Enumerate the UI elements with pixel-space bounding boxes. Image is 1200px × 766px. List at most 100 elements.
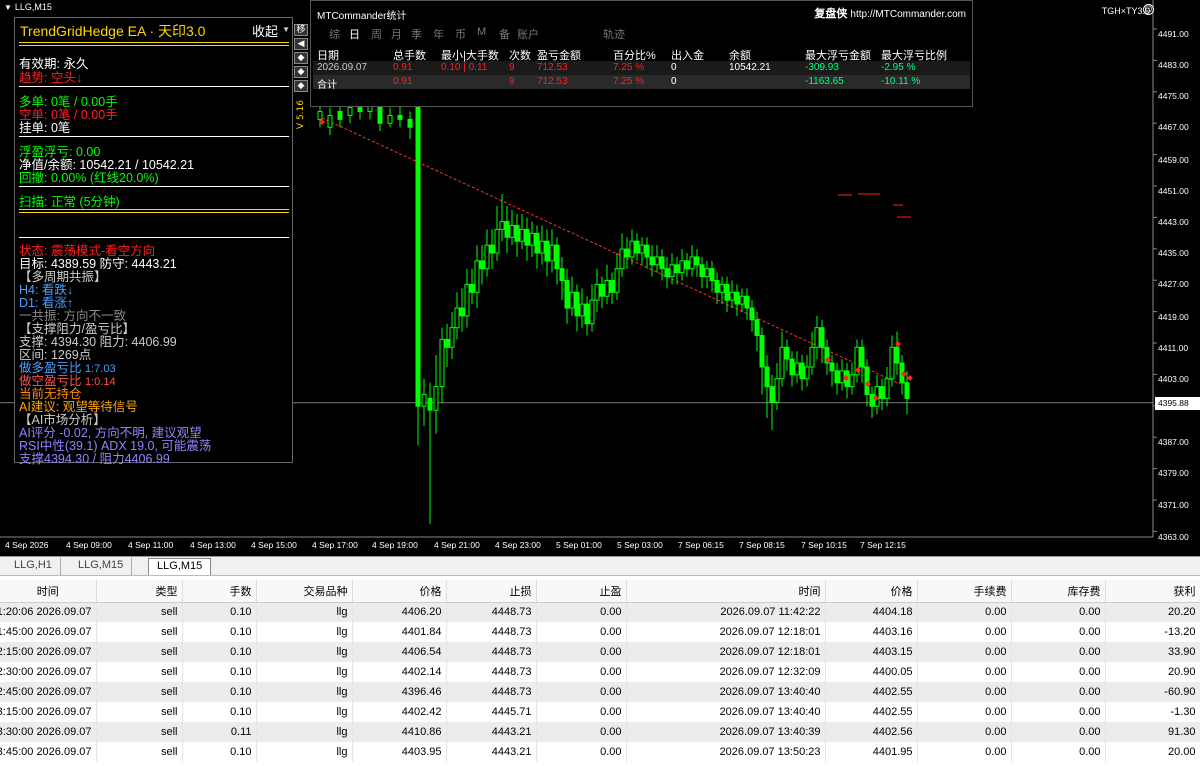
side-button-4[interactable]: ◆ [294, 66, 308, 78]
history-cell: 0.00 [917, 742, 1012, 762]
candle-body [829, 362, 835, 372]
candle-body [459, 307, 465, 317]
history-cell: 33.90 [1105, 642, 1200, 662]
mt-tab-8[interactable]: 备 [499, 26, 510, 42]
candle-body [415, 103, 421, 407]
history-row[interactable]: 2026.09.07 11:20:06sell0.10llg4406.20444… [0, 602, 1200, 622]
mt-tab-7[interactable]: M [477, 26, 486, 38]
history-row[interactable]: 2026.09.07 12:45:00sell0.10llg4396.46444… [0, 682, 1200, 702]
time-tick-label: 5 Sep 03:00 [617, 540, 663, 550]
history-row[interactable]: 2026.09.07 11:45:00sell0.10llg4401.84444… [0, 622, 1200, 642]
mt-cell: 712.53 [537, 76, 568, 87]
history-cell: 2026.09.07 13:15:00 [0, 702, 97, 722]
candle-body [789, 358, 795, 376]
candle-body [614, 268, 620, 293]
chart-menu-triangle-icon[interactable]: ▼ [4, 3, 12, 12]
history-cell: 4404.18 [825, 602, 918, 622]
candle-body [714, 280, 720, 293]
history-cell: 2026.09.07 11:20:06 [0, 602, 97, 622]
mt-tab-9[interactable]: 账户 [517, 26, 539, 42]
chart-window[interactable]: ▼ LLG,M15 TGH×TY3.0 ☺ 4491.00 4483.00 4475.… [0, 0, 1200, 556]
history-cell: 4403.16 [825, 622, 918, 642]
move-button[interactable]: 移 [294, 24, 308, 36]
mt-cell: 0.91 [393, 62, 413, 73]
history-column-header[interactable]: 类型 [96, 580, 183, 603]
mt-panel-title: MTCommander统计 [317, 11, 407, 22]
candle-body [644, 244, 650, 258]
history-cell: 0.00 [536, 722, 627, 742]
collapse-button[interactable]: 收起 [252, 21, 278, 40]
candle-body [519, 228, 525, 242]
mt-tab-4[interactable]: 季 [411, 26, 422, 42]
history-column-header[interactable]: 止损 [446, 580, 537, 603]
mt-tab-1[interactable]: 日 [349, 26, 360, 42]
chart-tab-2[interactable]: LLG,M15 [148, 558, 212, 575]
history-row[interactable]: 2026.09.07 12:15:00sell0.10llg4406.54444… [0, 642, 1200, 662]
history-column-header[interactable]: 获利 [1105, 580, 1200, 603]
mt-cell: -2.95 % [881, 62, 916, 73]
mt-tab-2[interactable]: 周 [371, 26, 382, 42]
history-column-header[interactable]: 手数 [182, 580, 257, 603]
candle-body [749, 307, 755, 321]
time-tick-label: 4 Sep 11:00 [128, 540, 174, 550]
history-column-header[interactable]: 手续费 [917, 580, 1012, 603]
mt-tab-0[interactable]: 综 [329, 26, 340, 42]
smiley-icon: ☺ [1143, 4, 1154, 15]
history-column-header[interactable]: 价格 [825, 580, 918, 603]
chart-window-title: ▼ LLG,M15 [4, 2, 52, 12]
history-column-header[interactable]: 止盈 [536, 580, 627, 603]
history-column-header[interactable]: 库存费 [1011, 580, 1106, 603]
candle-body [634, 240, 640, 254]
history-cell: llg [256, 682, 353, 702]
history-column-header[interactable]: 价格 [352, 580, 447, 603]
history-row[interactable]: 2026.09.07 13:45:00sell0.10llg4403.95444… [0, 742, 1200, 762]
history-row[interactable]: 2026.09.07 13:15:00sell0.10llg4402.42444… [0, 702, 1200, 722]
history-cell: 0.10 [182, 602, 257, 622]
candle-body [769, 386, 775, 403]
time-tick-label: 7 Sep 06:15 [678, 540, 724, 550]
history-column-header[interactable]: 时间 [0, 580, 97, 603]
side-button-3[interactable]: ◆ [294, 52, 308, 64]
history-cell: 0.00 [536, 602, 627, 622]
mt-tab-5[interactable]: 年 [433, 26, 444, 42]
mt-cell: 7.25 % [613, 76, 645, 87]
time-tick-label: 4 Sep 15:00 [251, 540, 297, 550]
candle-body [764, 366, 770, 388]
candle-body [699, 264, 705, 278]
candle-body [599, 283, 605, 297]
ea-scan: 扫描: 正常 (5分钟) [19, 195, 120, 209]
history-column-header[interactable]: 交易品种 [256, 580, 353, 603]
mt-header-1: 总手数 [393, 50, 426, 62]
history-cell: 0.00 [1011, 602, 1106, 622]
chart-tab-1[interactable]: LLG,M15 [70, 558, 133, 575]
mt-tab-3[interactable]: 月 [391, 26, 402, 42]
history-cell: sell [96, 702, 183, 722]
candle-body [694, 256, 700, 266]
candle-body [569, 291, 575, 309]
candle-body [889, 346, 895, 380]
history-cell: 0.00 [536, 622, 627, 642]
candle-body [659, 256, 665, 270]
history-cell: 4402.14 [352, 662, 447, 682]
mt-brand-url[interactable]: http://MTCommander.com [850, 9, 966, 20]
side-button-2[interactable]: ◀ [294, 38, 308, 50]
time-tick-label: 4 Sep 13:00 [190, 540, 236, 550]
history-row[interactable]: 2026.09.07 12:30:00sell0.10llg4402.14444… [0, 662, 1200, 682]
chart-tab-0[interactable]: LLG,H1 [6, 558, 61, 575]
candle-body [604, 280, 610, 297]
mt-tab-10[interactable]: 轨迹 [603, 26, 625, 42]
history-row[interactable]: 2026.09.07 13:30:00sell0.11llg4410.86444… [0, 722, 1200, 742]
side-button-5[interactable]: ◆ [294, 80, 308, 92]
candle-body [549, 244, 555, 262]
candle-body [484, 244, 490, 270]
history-column-header[interactable]: 时间 [626, 580, 826, 603]
candle-body [864, 366, 870, 395]
price-tick-label: 4403.00 [1158, 374, 1189, 384]
candle-body [879, 386, 885, 399]
mt-tab-6[interactable]: 币 [455, 26, 466, 42]
history-cell: 0.00 [536, 702, 627, 722]
collapse-triangle-icon[interactable]: ▼ [282, 25, 290, 34]
divider [19, 86, 289, 87]
history-cell: 4443.21 [446, 742, 537, 762]
candle-body [719, 283, 725, 293]
